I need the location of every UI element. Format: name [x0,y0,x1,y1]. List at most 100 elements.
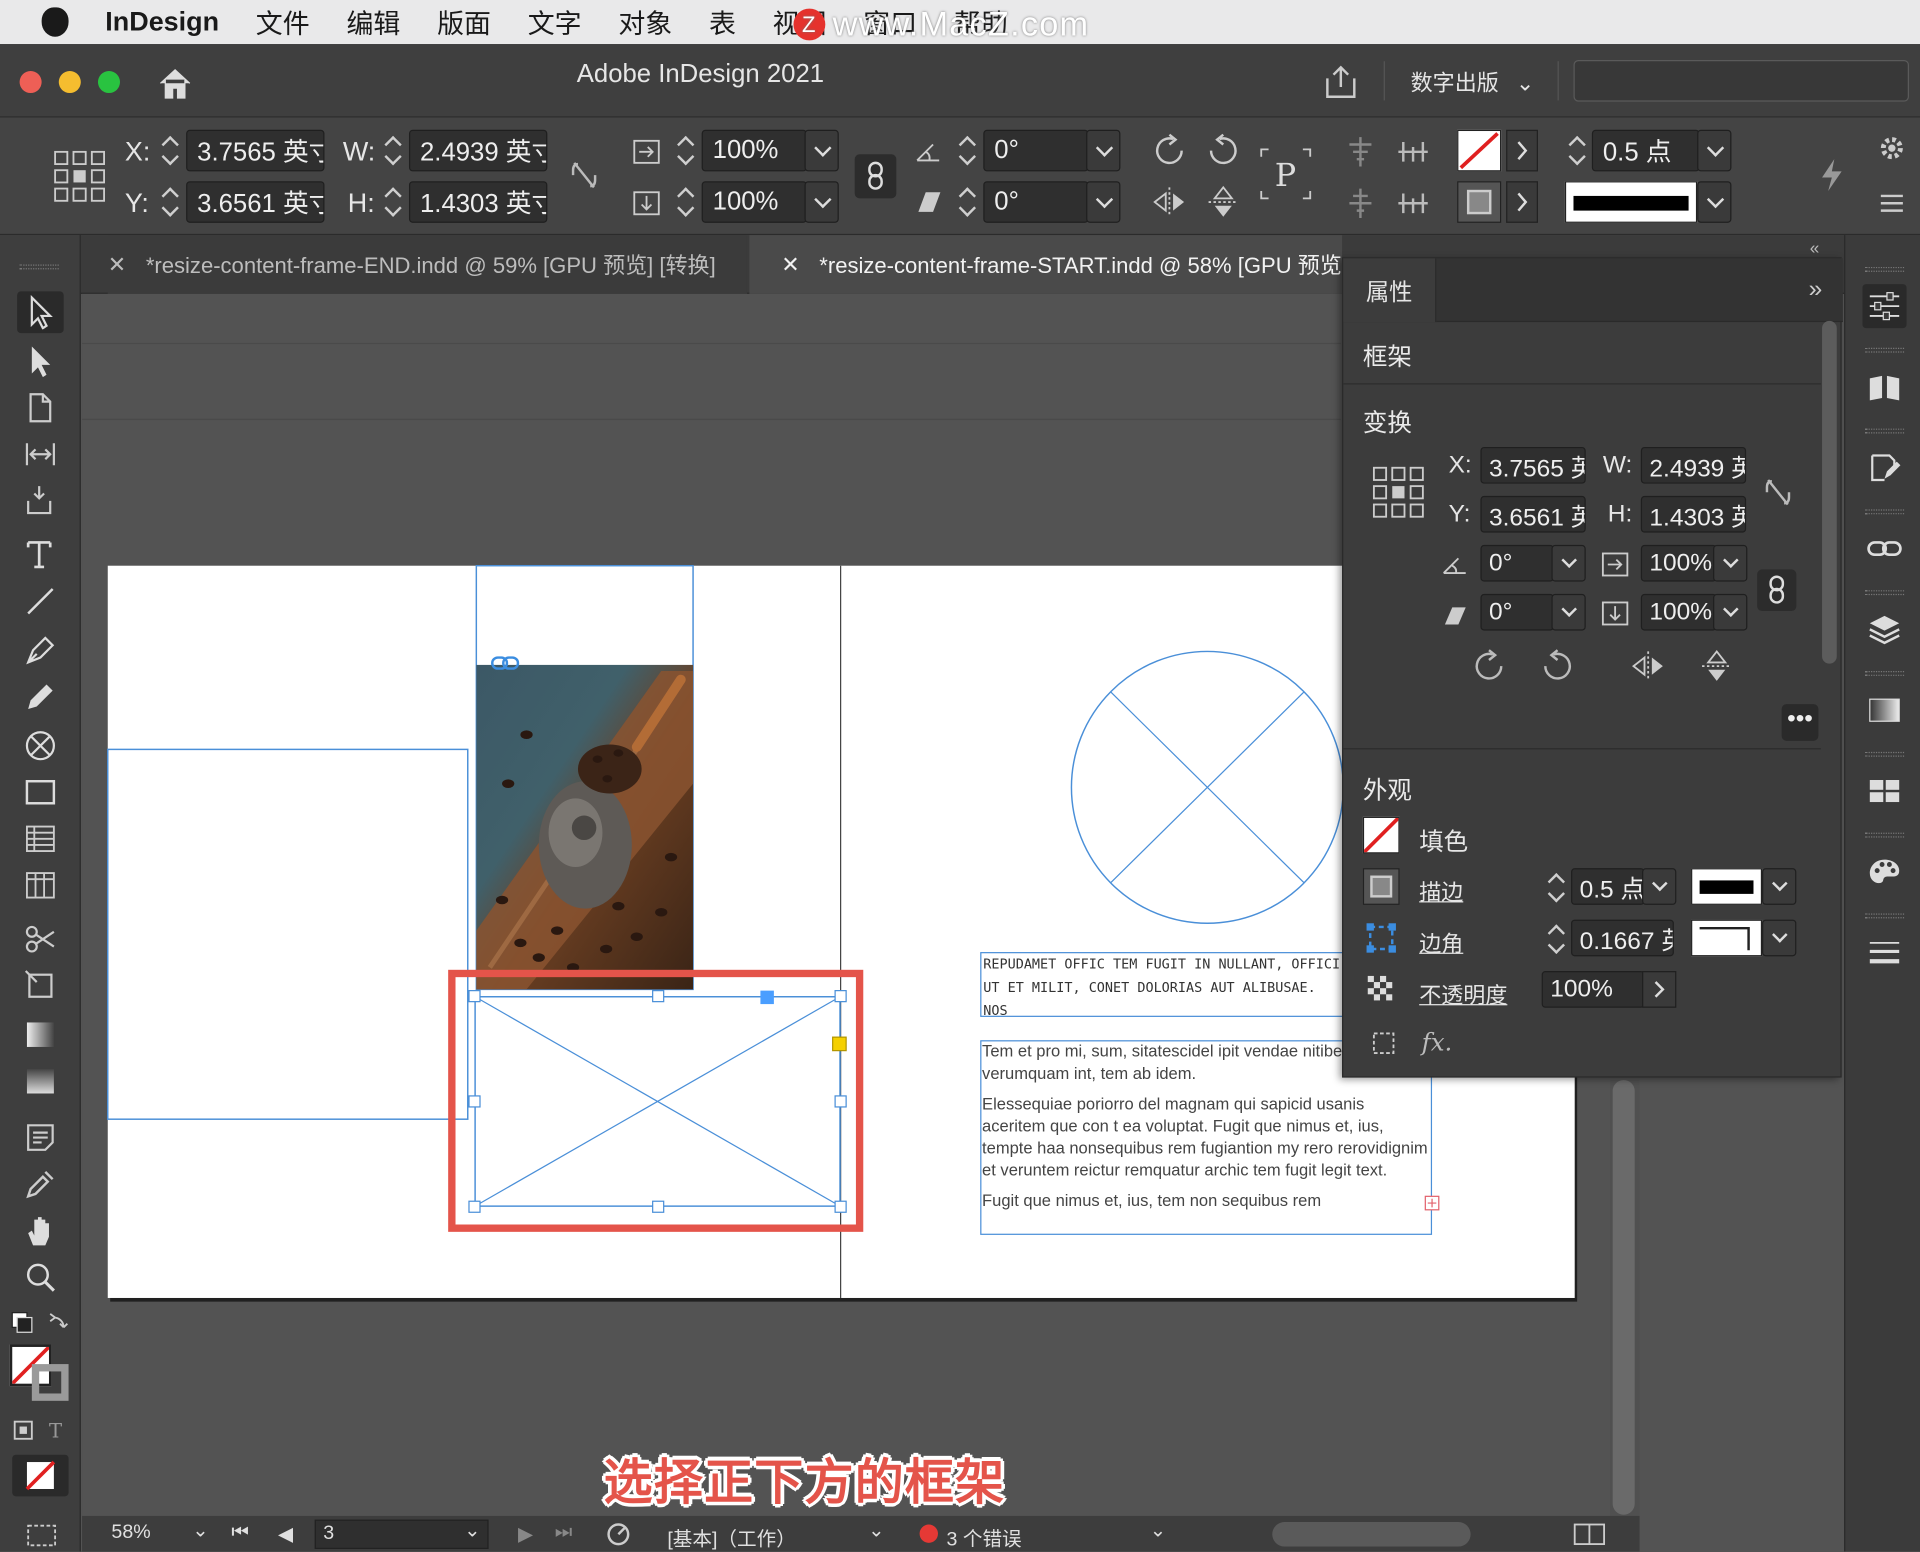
dock-grip[interactable] [1864,428,1905,434]
h-stepper[interactable] [381,181,405,223]
stroke-swatch-menu-button[interactable] [1506,181,1538,223]
content-frame-icon[interactable]: P [1259,147,1313,201]
panel-opacity-field[interactable]: 100% [1541,971,1645,1008]
scale-y-dropdown[interactable] [804,181,839,223]
stroke-color-swatch[interactable] [31,1364,69,1401]
flip-vertical-icon[interactable] [1205,184,1242,221]
type-tool[interactable] [17,534,64,576]
fill-swatch-menu-button[interactable] [1506,129,1538,172]
effects-frame-icon[interactable] [1370,1030,1402,1059]
x-field[interactable]: 3.7565 英寸 [186,129,325,172]
panel-opacity-slider-button[interactable] [1642,971,1677,1008]
stroke-type-select[interactable] [1564,181,1698,223]
w-field[interactable]: 2.4939 英寸 [408,129,548,172]
dock-grip[interactable] [1864,347,1905,353]
menu-type[interactable]: 文字 [528,2,582,41]
apple-logo-icon[interactable] [41,7,69,37]
text-frame-caps[interactable]: REPUDAMET OFFIC TEM FUGIT IN NULLANT, OF… [981,953,1348,1016]
rotate-counterclockwise-icon[interactable] [1205,132,1242,169]
shear-stepper[interactable] [955,181,979,223]
panel-y-field[interactable]: 3.6561 英寸 [1480,495,1586,533]
gradient-feather-tool[interactable] [17,1060,64,1102]
toolbox-grip[interactable] [19,264,59,270]
panel-stroke-type-dropdown[interactable] [1762,868,1797,905]
gradient-swatch-tool[interactable] [17,1014,64,1056]
panel-stroke-weight-stepper[interactable] [1544,867,1568,909]
tab-start-document[interactable]: ✕ *resize-content-frame-START.indd @ 58% … [749,235,1343,294]
scale-x-dropdown[interactable] [804,129,839,172]
chevron-down-icon[interactable]: ⌄ [464,1518,480,1542]
panel-scale-y-dropdown[interactable] [1713,593,1748,631]
unlink-proportions-icon[interactable] [571,159,598,191]
constrain-scale-button[interactable] [854,154,897,199]
line-tool[interactable] [17,580,64,622]
fill-label[interactable]: 填色 [1419,822,1468,858]
zoom-level[interactable]: 58% [111,1522,150,1544]
close-tab-icon[interactable]: ✕ [781,252,799,278]
gap-tool[interactable] [17,433,64,475]
menu-object[interactable]: 对象 [618,2,672,41]
chevron-down-icon[interactable]: ⌄ [1150,1518,1166,1542]
panel-corner-field[interactable]: 0.1667 英寸 [1571,919,1674,957]
dock-swatches-button[interactable] [1862,769,1906,813]
panel-rotate-dropdown[interactable] [1551,544,1586,582]
tab-properties[interactable]: 属性 [1343,258,1437,323]
first-page-icon[interactable]: ⏮ [231,1522,249,1544]
panel-collapse-icon[interactable]: » [1809,276,1823,304]
dock-properties-button[interactable] [1862,284,1907,329]
panel-stroke-swatch[interactable] [1362,868,1400,905]
shear-dropdown[interactable] [1086,181,1121,223]
opacity-checkerboard-icon[interactable] [1365,973,1397,1005]
flip-vertical-icon[interactable] [1698,648,1735,685]
dock-cc-libraries-button[interactable] [1862,446,1906,490]
rotate-clockwise-icon[interactable] [1471,648,1508,685]
formatting-affects-container-icon[interactable]: T [12,1418,71,1442]
panel-scrollbar[interactable] [1822,320,1837,664]
tab-end-document[interactable]: ✕ *resize-content-frame-END.indd @ 59% [G… [107,235,747,294]
panel-corner-stepper[interactable] [1544,918,1568,960]
menu-layout[interactable]: 版面 [437,2,491,41]
corner-options-icon[interactable] [1365,922,1397,954]
eyedropper-tool[interactable] [17,1163,64,1205]
preflight-icon[interactable] [604,1521,633,1548]
y-stepper[interactable] [158,181,182,223]
grid-tool[interactable] [17,864,64,906]
align-middle-icon[interactable] [1345,186,1377,220]
rotate-counterclockwise-icon[interactable] [1539,648,1576,685]
quick-apply-icon[interactable] [1817,157,1846,194]
panel-scale-y-field[interactable]: 100% [1640,593,1717,631]
panel-scale-x-dropdown[interactable] [1713,544,1748,582]
dock-grip[interactable] [1864,751,1905,757]
dock-grip[interactable] [1864,266,1905,272]
table-tool[interactable] [17,818,64,860]
search-input[interactable] [1573,60,1909,102]
panel-fill-swatch[interactable] [1362,816,1400,854]
dock-grip[interactable] [1864,671,1905,676]
panel-constrain-scale-button[interactable] [1757,569,1797,612]
note-tool[interactable] [17,1117,64,1159]
dock-pages-button[interactable] [1862,365,1906,409]
previous-page-icon[interactable]: ◀ [278,1522,293,1546]
horizontal-scrollbar-thumb[interactable] [1272,1522,1471,1547]
share-icon[interactable] [1322,64,1359,101]
scale-x-stepper[interactable] [673,130,697,172]
menu-app-name[interactable]: InDesign [105,6,219,38]
more-options-button[interactable]: ••• [1781,704,1819,741]
chevron-down-icon[interactable]: ⌄ [192,1518,208,1542]
direct-selection-tool[interactable] [17,340,64,382]
panel-stroke-weight-field[interactable]: 0.5 点 [1571,868,1645,905]
distribute-spacing-icon[interactable] [1393,186,1432,220]
dock-layers-button[interactable] [1862,607,1906,651]
opacity-label[interactable]: 不透明度 [1419,978,1507,1010]
y-field[interactable]: 3.6561 英寸 [186,181,325,223]
dock-stroke-button[interactable] [1862,931,1906,975]
scale-x-field[interactable]: 100% [701,129,807,172]
hand-tool[interactable] [17,1210,64,1252]
shear-field[interactable]: 0° [983,181,1089,223]
panel-shear-dropdown[interactable] [1551,593,1586,631]
flip-horizontal-icon[interactable] [1151,184,1188,221]
panel-stroke-type-select[interactable] [1691,868,1763,905]
default-colors-icon[interactable] [10,1310,69,1342]
x-stepper[interactable] [158,130,182,172]
scissors-tool[interactable] [17,918,64,960]
